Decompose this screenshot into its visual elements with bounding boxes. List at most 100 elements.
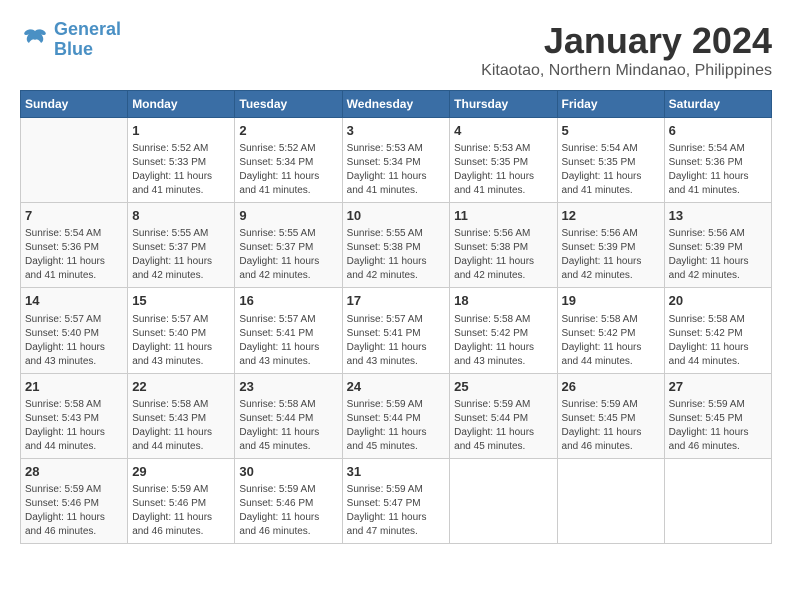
day-number: 7	[25, 207, 123, 225]
day-info: Sunrise: 5:53 AM Sunset: 5:35 PM Dayligh…	[454, 142, 552, 198]
logo: General Blue	[20, 20, 121, 60]
header: General Blue January 2024 Kitaotao, Nort…	[20, 20, 772, 80]
calendar-cell: 9 Sunrise: 5:55 AM Sunset: 5:37 PM Daylig…	[235, 203, 342, 288]
weekday-header: Thursday	[450, 91, 557, 118]
day-info: Sunrise: 5:57 AM Sunset: 5:40 PM Dayligh…	[132, 313, 230, 369]
day-number: 27	[669, 378, 767, 396]
logo-icon	[20, 25, 50, 55]
weekday-header: Tuesday	[235, 91, 342, 118]
day-number: 30	[239, 463, 337, 481]
day-number: 17	[347, 292, 446, 310]
calendar-cell: 23 Sunrise: 5:58 AM Sunset: 5:44 PM Dayli…	[235, 373, 342, 458]
calendar-cell: 20Sunrise: 5:58 AM Sunset: 5:42 PM Dayli…	[664, 288, 771, 373]
day-info: Sunrise: 5:57 AM Sunset: 5:41 PM Dayligh…	[239, 313, 337, 369]
day-info: Sunrise: 5:59 AM Sunset: 5:44 PM Dayligh…	[454, 398, 552, 454]
day-info: Sunrise: 5:58 AM Sunset: 5:44 PM Dayligh…	[239, 398, 337, 454]
day-number: 21	[25, 378, 123, 396]
calendar-cell: 6 Sunrise: 5:54 AM Sunset: 5:36 PM Daylig…	[664, 118, 771, 203]
day-info: Sunrise: 5:58 AM Sunset: 5:42 PM Dayligh…	[562, 313, 660, 369]
weekday-header: Monday	[128, 91, 235, 118]
calendar-cell: 27 Sunrise: 5:59 AM Sunset: 5:45 PM Dayli…	[664, 373, 771, 458]
calendar-cell: 25 Sunrise: 5:59 AM Sunset: 5:44 PM Dayli…	[450, 373, 557, 458]
day-number: 25	[454, 378, 552, 396]
calendar-cell	[21, 118, 128, 203]
day-info: Sunrise: 5:55 AM Sunset: 5:37 PM Dayligh…	[239, 227, 337, 283]
calendar-cell: 13 Sunrise: 5:56 AM Sunset: 5:39 PM Dayli…	[664, 203, 771, 288]
day-info: Sunrise: 5:58 AM Sunset: 5:43 PM Dayligh…	[25, 398, 123, 454]
day-number: 5	[562, 122, 660, 140]
calendar-cell: 15 Sunrise: 5:57 AM Sunset: 5:40 PM Dayli…	[128, 288, 235, 373]
day-info: Sunrise: 5:59 AM Sunset: 5:46 PM Dayligh…	[25, 483, 123, 539]
weekday-header: Wednesday	[342, 91, 450, 118]
calendar-cell: 30 Sunrise: 5:59 AM Sunset: 5:46 PM Dayli…	[235, 458, 342, 543]
day-number: 23	[239, 378, 337, 396]
day-number: 4	[454, 122, 552, 140]
day-info: Sunrise: 5:55 AM Sunset: 5:37 PM Dayligh…	[132, 227, 230, 283]
day-info: Sunrise: 5:59 AM Sunset: 5:45 PM Dayligh…	[669, 398, 767, 454]
day-info: Sunrise: 5:58 AM Sunset: 5:43 PM Dayligh…	[132, 398, 230, 454]
day-info: Sunrise: 5:56 AM Sunset: 5:39 PM Dayligh…	[669, 227, 767, 283]
day-info: Sunrise: 5:52 AM Sunset: 5:34 PM Dayligh…	[239, 142, 337, 198]
day-number: 16	[239, 292, 337, 310]
day-number: 20	[669, 292, 767, 310]
calendar-table: SundayMondayTuesdayWednesdayThursdayFrid…	[20, 90, 772, 544]
day-info: Sunrise: 5:57 AM Sunset: 5:41 PM Dayligh…	[347, 313, 446, 369]
day-number: 15	[132, 292, 230, 310]
day-info: Sunrise: 5:59 AM Sunset: 5:45 PM Dayligh…	[562, 398, 660, 454]
weekday-header: Sunday	[21, 91, 128, 118]
calendar-cell: 18 Sunrise: 5:58 AM Sunset: 5:42 PM Dayli…	[450, 288, 557, 373]
day-number: 26	[562, 378, 660, 396]
location-subtitle: Kitaotao, Northern Mindanao, Philippines	[481, 62, 772, 80]
calendar-cell: 10Sunrise: 5:55 AM Sunset: 5:38 PM Dayli…	[342, 203, 450, 288]
day-info: Sunrise: 5:53 AM Sunset: 5:34 PM Dayligh…	[347, 142, 446, 198]
calendar-cell: 2 Sunrise: 5:52 AM Sunset: 5:34 PM Daylig…	[235, 118, 342, 203]
title-block: January 2024 Kitaotao, Northern Mindanao…	[481, 20, 772, 80]
calendar-cell: 16 Sunrise: 5:57 AM Sunset: 5:41 PM Dayli…	[235, 288, 342, 373]
day-number: 6	[669, 122, 767, 140]
calendar-cell: 11 Sunrise: 5:56 AM Sunset: 5:38 PM Dayli…	[450, 203, 557, 288]
day-number: 18	[454, 292, 552, 310]
day-number: 10	[347, 207, 446, 225]
day-info: Sunrise: 5:59 AM Sunset: 5:46 PM Dayligh…	[239, 483, 337, 539]
calendar-cell: 1Sunrise: 5:52 AM Sunset: 5:33 PM Daylig…	[128, 118, 235, 203]
day-info: Sunrise: 5:54 AM Sunset: 5:36 PM Dayligh…	[669, 142, 767, 198]
month-title: January 2024	[481, 20, 772, 62]
calendar-cell: 8 Sunrise: 5:55 AM Sunset: 5:37 PM Daylig…	[128, 203, 235, 288]
weekday-header: Friday	[557, 91, 664, 118]
calendar-cell: 4 Sunrise: 5:53 AM Sunset: 5:35 PM Daylig…	[450, 118, 557, 203]
calendar-cell: 28Sunrise: 5:59 AM Sunset: 5:46 PM Dayli…	[21, 458, 128, 543]
logo-text: General Blue	[54, 20, 121, 60]
day-number: 19	[562, 292, 660, 310]
calendar-cell: 21 Sunrise: 5:58 AM Sunset: 5:43 PM Dayli…	[21, 373, 128, 458]
day-number: 11	[454, 207, 552, 225]
day-number: 14	[25, 292, 123, 310]
day-number: 24	[347, 378, 446, 396]
calendar-cell: 5 Sunrise: 5:54 AM Sunset: 5:35 PM Daylig…	[557, 118, 664, 203]
calendar-cell: 29 Sunrise: 5:59 AM Sunset: 5:46 PM Dayli…	[128, 458, 235, 543]
calendar-cell	[664, 458, 771, 543]
day-info: Sunrise: 5:57 AM Sunset: 5:40 PM Dayligh…	[25, 313, 123, 369]
calendar-cell: 7 Sunrise: 5:54 AM Sunset: 5:36 PM Daylig…	[21, 203, 128, 288]
calendar-cell: 31Sunrise: 5:59 AM Sunset: 5:47 PM Dayli…	[342, 458, 450, 543]
calendar-cell	[450, 458, 557, 543]
day-info: Sunrise: 5:56 AM Sunset: 5:38 PM Dayligh…	[454, 227, 552, 283]
calendar-cell	[557, 458, 664, 543]
day-info: Sunrise: 5:59 AM Sunset: 5:46 PM Dayligh…	[132, 483, 230, 539]
day-number: 2	[239, 122, 337, 140]
calendar-cell: 12Sunrise: 5:56 AM Sunset: 5:39 PM Dayli…	[557, 203, 664, 288]
day-info: Sunrise: 5:54 AM Sunset: 5:35 PM Dayligh…	[562, 142, 660, 198]
calendar-cell: 26 Sunrise: 5:59 AM Sunset: 5:45 PM Dayli…	[557, 373, 664, 458]
calendar-cell: 19 Sunrise: 5:58 AM Sunset: 5:42 PM Dayli…	[557, 288, 664, 373]
day-number: 9	[239, 207, 337, 225]
day-info: Sunrise: 5:52 AM Sunset: 5:33 PM Dayligh…	[132, 142, 230, 198]
day-info: Sunrise: 5:54 AM Sunset: 5:36 PM Dayligh…	[25, 227, 123, 283]
calendar-cell: 22 Sunrise: 5:58 AM Sunset: 5:43 PM Dayli…	[128, 373, 235, 458]
day-info: Sunrise: 5:58 AM Sunset: 5:42 PM Dayligh…	[454, 313, 552, 369]
day-info: Sunrise: 5:56 AM Sunset: 5:39 PM Dayligh…	[562, 227, 660, 283]
day-number: 8	[132, 207, 230, 225]
day-number: 13	[669, 207, 767, 225]
weekday-header: Saturday	[664, 91, 771, 118]
day-number: 22	[132, 378, 230, 396]
day-number: 29	[132, 463, 230, 481]
day-number: 31	[347, 463, 446, 481]
